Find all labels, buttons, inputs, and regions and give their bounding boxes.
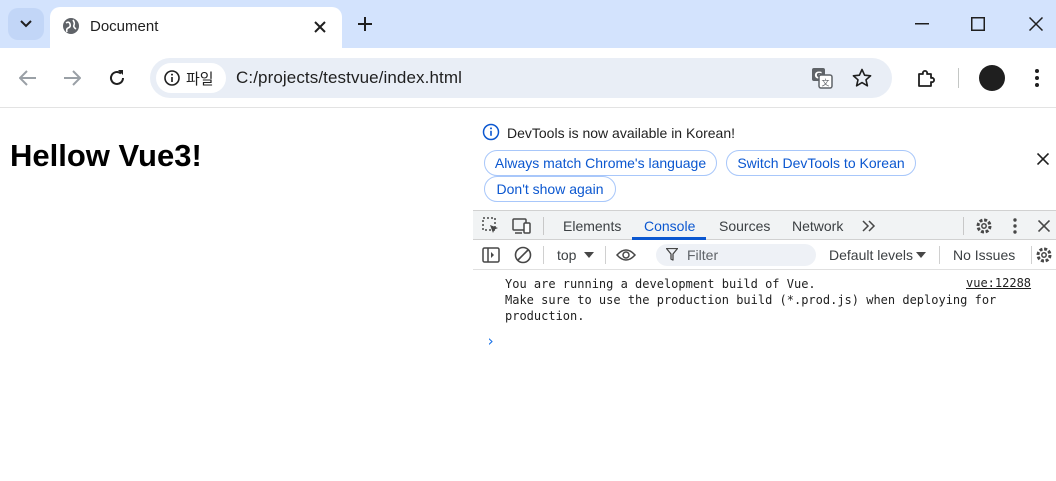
- console-message-line: You are running a development build of V…: [505, 277, 816, 291]
- close-icon: [1029, 17, 1043, 31]
- toolbar-separator: [605, 246, 606, 264]
- live-expression-eye-icon[interactable]: [616, 245, 636, 265]
- sidebar-toggle-icon[interactable]: [481, 245, 501, 265]
- more-vert-icon: [1035, 69, 1039, 87]
- new-tab-button[interactable]: [354, 13, 376, 35]
- inspect-element-icon[interactable]: [481, 216, 501, 236]
- infobar-message: DevTools is now available in Korean!: [507, 125, 736, 141]
- filter-funnel-icon: [665, 247, 679, 266]
- reload-button[interactable]: [106, 67, 128, 89]
- site-info-chip[interactable]: 파일: [156, 63, 226, 93]
- context-dropdown-icon[interactable]: [579, 245, 599, 265]
- devtools-menu-icon[interactable]: [1005, 216, 1025, 236]
- reload-icon: [110, 70, 124, 85]
- close-devtools-icon[interactable]: [1034, 216, 1054, 236]
- language-infobar: DevTools is now available in Korean! Alw…: [473, 108, 1056, 210]
- minimize-button[interactable]: [912, 14, 932, 34]
- svg-text:文: 文: [822, 78, 830, 88]
- globe-icon: [62, 17, 80, 40]
- tab-network[interactable]: Network: [792, 218, 843, 234]
- filter-placeholder: Filter: [687, 247, 719, 263]
- tab-console[interactable]: Console: [644, 218, 695, 234]
- info-icon: [482, 123, 500, 146]
- devtools-tabbar: Elements Console Sources Network: [473, 210, 1056, 240]
- tab-sources[interactable]: Sources: [719, 218, 770, 234]
- extensions-button[interactable]: [915, 67, 937, 89]
- console-message-line: production.: [505, 309, 585, 323]
- translate-icon[interactable]: G 文: [811, 67, 833, 89]
- console-filter-input[interactable]: Filter: [656, 244, 816, 266]
- levels-dropdown-icon[interactable]: [911, 245, 931, 265]
- console-prompt-chevron-icon[interactable]: ›: [486, 332, 495, 350]
- tab-elements[interactable]: Elements: [563, 218, 621, 234]
- more-tabs-chevron-icon[interactable]: [859, 216, 879, 236]
- minimize-icon: [915, 23, 929, 25]
- puzzle-icon: [918, 70, 935, 87]
- switch-to-korean-button[interactable]: Switch DevTools to Korean: [726, 150, 916, 176]
- console-settings-gear-icon[interactable]: [1034, 245, 1054, 265]
- console-message-line: Make sure to use the production build (*…: [505, 293, 997, 307]
- console-source-link[interactable]: vue:12288: [966, 276, 1031, 290]
- maximize-button[interactable]: [968, 14, 988, 34]
- console-toolbar: top Filter Default levels No Issues: [473, 240, 1056, 270]
- maximize-icon: [971, 17, 985, 31]
- url-text[interactable]: C:/projects/testvue/index.html: [236, 68, 462, 88]
- close-tab-icon[interactable]: [310, 17, 330, 37]
- site-chip-label: 파일: [186, 70, 214, 88]
- toolbar-separator: [939, 246, 940, 264]
- tab-title: Document: [90, 18, 159, 35]
- browser-menu-button[interactable]: [1026, 67, 1048, 89]
- tab-strip: Document: [0, 0, 1056, 48]
- clear-console-icon[interactable]: [513, 245, 533, 265]
- dont-show-again-button[interactable]: Don't show again: [484, 176, 616, 202]
- arrow-right-icon: [64, 70, 81, 86]
- close-infobar-icon[interactable]: [1034, 150, 1052, 168]
- toolbar-separator: [543, 217, 544, 235]
- tab-search-button[interactable]: [8, 8, 44, 40]
- chevron-down-icon: [20, 20, 32, 28]
- bookmark-star-icon[interactable]: [851, 67, 873, 89]
- device-toolbar-icon[interactable]: [512, 216, 532, 236]
- forward-button[interactable]: [61, 67, 83, 89]
- context-selector[interactable]: top: [557, 247, 576, 263]
- page-heading: Hellow Vue3!: [10, 138, 202, 173]
- issues-counter[interactable]: No Issues: [953, 247, 1015, 263]
- always-match-language-button[interactable]: Always match Chrome's language: [484, 150, 717, 176]
- profile-avatar[interactable]: [979, 65, 1005, 91]
- toolbar-separator: [963, 217, 964, 235]
- arrow-left-icon: [19, 70, 36, 86]
- devtools-panel: DevTools is now available in Korean! Alw…: [473, 108, 1056, 481]
- toolbar-divider: [958, 68, 959, 88]
- browser-tab-active[interactable]: Document: [50, 7, 342, 48]
- close-window-button[interactable]: [1026, 14, 1046, 34]
- back-button[interactable]: [17, 67, 39, 89]
- toolbar-separator: [1031, 246, 1032, 264]
- address-bar[interactable]: 파일 C:/projects/testvue/index.html G 文: [150, 58, 892, 98]
- plus-icon: [358, 17, 372, 31]
- settings-gear-icon[interactable]: [974, 216, 994, 236]
- info-icon: [164, 70, 180, 86]
- toolbar-separator: [543, 246, 544, 264]
- log-levels-selector[interactable]: Default levels: [829, 247, 913, 263]
- browser-toolbar: 파일 C:/projects/testvue/index.html G 文: [0, 48, 1056, 108]
